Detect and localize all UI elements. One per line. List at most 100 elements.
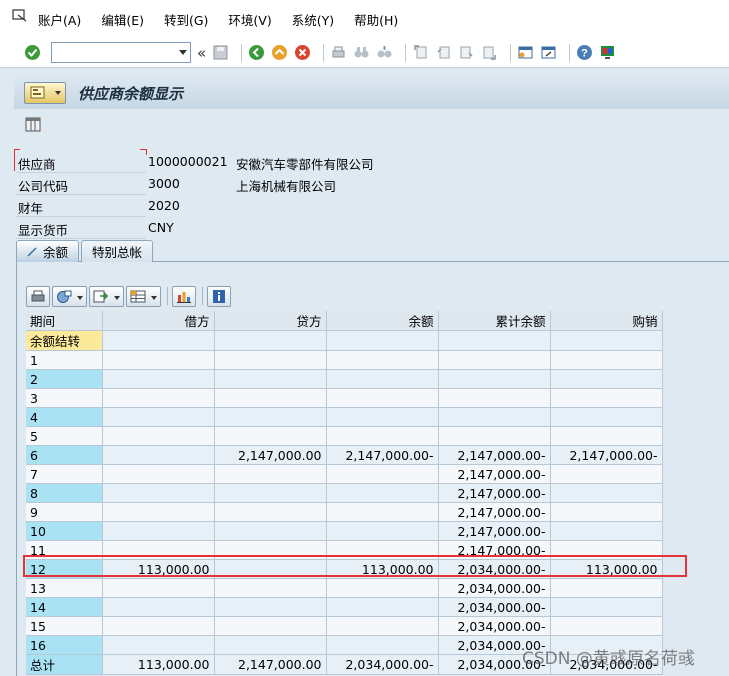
cell-cumulative-balance[interactable]: 2,147,000.00- — [438, 521, 551, 541]
cell-cumulative-balance[interactable]: 2,147,000.00- — [438, 464, 551, 484]
cell-debit[interactable] — [102, 407, 215, 427]
cell-period[interactable]: 8 — [26, 483, 103, 503]
cell-period[interactable]: 16 — [26, 635, 103, 655]
cell-period[interactable]: 2 — [26, 369, 103, 389]
cell-sales-purchases[interactable] — [550, 521, 663, 541]
cell-period[interactable]: 5 — [26, 426, 103, 446]
cell-debit[interactable] — [102, 502, 215, 522]
cell-credit[interactable] — [214, 407, 327, 427]
cell-balance[interactable]: 2,147,000.00- — [326, 445, 439, 465]
cell-credit[interactable] — [214, 521, 327, 541]
table-row[interactable]: 5 — [26, 426, 663, 446]
cell-cumulative-balance[interactable]: 2,034,000.00- — [438, 616, 551, 636]
cell-cumulative-balance[interactable]: 2,034,000.00- — [438, 597, 551, 617]
cell-cumulative-balance[interactable] — [438, 369, 551, 389]
cell-sales-purchases[interactable] — [550, 578, 663, 598]
previous-page-icon[interactable] — [435, 44, 452, 61]
cell-debit[interactable] — [102, 521, 215, 541]
system-menu-icon[interactable] — [12, 9, 28, 23]
cell-sales-purchases[interactable] — [550, 426, 663, 446]
information-button[interactable] — [207, 285, 231, 307]
table-row[interactable]: 余额结转 — [26, 330, 663, 351]
cell-credit[interactable]: 2,147,000.00 — [214, 445, 327, 465]
tab-special-gl[interactable]: 特别总帐 — [81, 240, 154, 262]
table-row[interactable]: 6 2,147,000.00 2,147,000.00- 2,147,000.00- 2… — [26, 445, 663, 465]
cell-credit[interactable] — [214, 597, 327, 617]
cell-debit[interactable] — [102, 597, 215, 617]
cell-debit[interactable] — [102, 578, 215, 598]
column-header-balance[interactable]: 余额 — [326, 311, 439, 331]
column-header-sales-purchases[interactable]: 购销 — [550, 311, 663, 331]
view-button[interactable] — [52, 285, 87, 307]
menu-edit[interactable]: 编辑(E) — [101, 10, 144, 29]
cell-period[interactable]: 1 — [26, 350, 103, 370]
cell-credit[interactable] — [214, 369, 327, 389]
table-row[interactable]: 15 2,034,000.00- — [26, 616, 663, 636]
table-row[interactable]: 8 2,147,000.00- — [26, 483, 663, 503]
menu-system[interactable]: 系统(Y) — [292, 10, 334, 29]
table-row[interactable]: 7 2,147,000.00- — [26, 464, 663, 484]
cell-credit[interactable] — [214, 388, 327, 408]
table-row[interactable]: 9 2,147,000.00- — [26, 502, 663, 522]
table-row[interactable]: 3 — [26, 388, 663, 408]
export-button[interactable] — [89, 285, 124, 307]
find-icon[interactable] — [353, 44, 370, 61]
next-page-icon[interactable] — [458, 44, 475, 61]
cell-sales-purchases[interactable] — [550, 350, 663, 370]
cell-sales-purchases[interactable] — [550, 330, 663, 351]
menu-account[interactable]: 账户(A) — [38, 10, 81, 29]
tab-balance[interactable]: 余额 — [16, 240, 80, 262]
cell-cumulative-balance[interactable] — [438, 330, 551, 351]
cell-period[interactable]: 余额结转 — [26, 330, 103, 351]
cell-cumulative-balance[interactable] — [438, 350, 551, 370]
cell-period[interactable]: 6 — [26, 445, 103, 465]
cell-period[interactable]: 15 — [26, 616, 103, 636]
menu-list-button[interactable] — [24, 82, 66, 104]
cell-debit[interactable] — [102, 369, 215, 389]
table-row[interactable]: 10 2,147,000.00- — [26, 521, 663, 541]
cell-balance[interactable]: 2,034,000.00- — [326, 654, 439, 675]
cell-debit[interactable] — [102, 388, 215, 408]
cell-period[interactable]: 4 — [26, 407, 103, 427]
cell-period[interactable]: 13 — [26, 578, 103, 598]
cell-debit[interactable]: 113,000.00 — [102, 654, 215, 675]
cell-debit[interactable] — [102, 464, 215, 484]
confirm-icon[interactable] — [24, 44, 41, 61]
cell-debit[interactable] — [102, 445, 215, 465]
column-header-cumulative-balance[interactable]: 累计余额 — [438, 311, 551, 331]
cell-credit[interactable] — [214, 502, 327, 522]
cell-sales-purchases[interactable] — [550, 616, 663, 636]
customize-layout-icon[interactable] — [599, 44, 616, 61]
cell-debit[interactable] — [102, 330, 215, 351]
column-header-credit[interactable]: 贷方 — [214, 311, 327, 331]
save-icon[interactable] — [212, 44, 229, 61]
cell-balance[interactable] — [326, 521, 439, 541]
cell-cumulative-balance[interactable]: 2,147,000.00- — [438, 445, 551, 465]
menu-environment[interactable]: 环境(V) — [228, 10, 271, 29]
back-icon[interactable] — [248, 44, 265, 61]
cell-credit[interactable] — [214, 616, 327, 636]
cell-balance[interactable] — [326, 483, 439, 503]
new-session-icon[interactable] — [517, 44, 534, 61]
cell-period[interactable]: 9 — [26, 502, 103, 522]
cell-debit[interactable] — [102, 483, 215, 503]
cancel-icon[interactable] — [294, 44, 311, 61]
cell-cumulative-balance[interactable] — [438, 426, 551, 446]
cell-balance[interactable] — [326, 330, 439, 351]
cell-period[interactable]: 14 — [26, 597, 103, 617]
cell-credit[interactable] — [214, 483, 327, 503]
help-icon[interactable]: ? — [576, 44, 593, 61]
cell-credit[interactable] — [214, 350, 327, 370]
cell-balance[interactable] — [326, 616, 439, 636]
column-header-period[interactable]: 期间 — [26, 311, 103, 331]
table-row[interactable]: 13 2,034,000.00- — [26, 578, 663, 598]
collapse-command-icon[interactable]: « — [197, 44, 206, 62]
first-page-icon[interactable] — [412, 44, 429, 61]
menu-goto[interactable]: 转到(G) — [164, 10, 208, 29]
shortcut-icon[interactable] — [540, 44, 557, 61]
cell-sales-purchases[interactable] — [550, 597, 663, 617]
layout-button[interactable] — [126, 285, 161, 307]
cell-sales-purchases[interactable] — [550, 369, 663, 389]
cell-credit[interactable] — [214, 635, 327, 655]
table-row[interactable]: 14 2,034,000.00- — [26, 597, 663, 617]
